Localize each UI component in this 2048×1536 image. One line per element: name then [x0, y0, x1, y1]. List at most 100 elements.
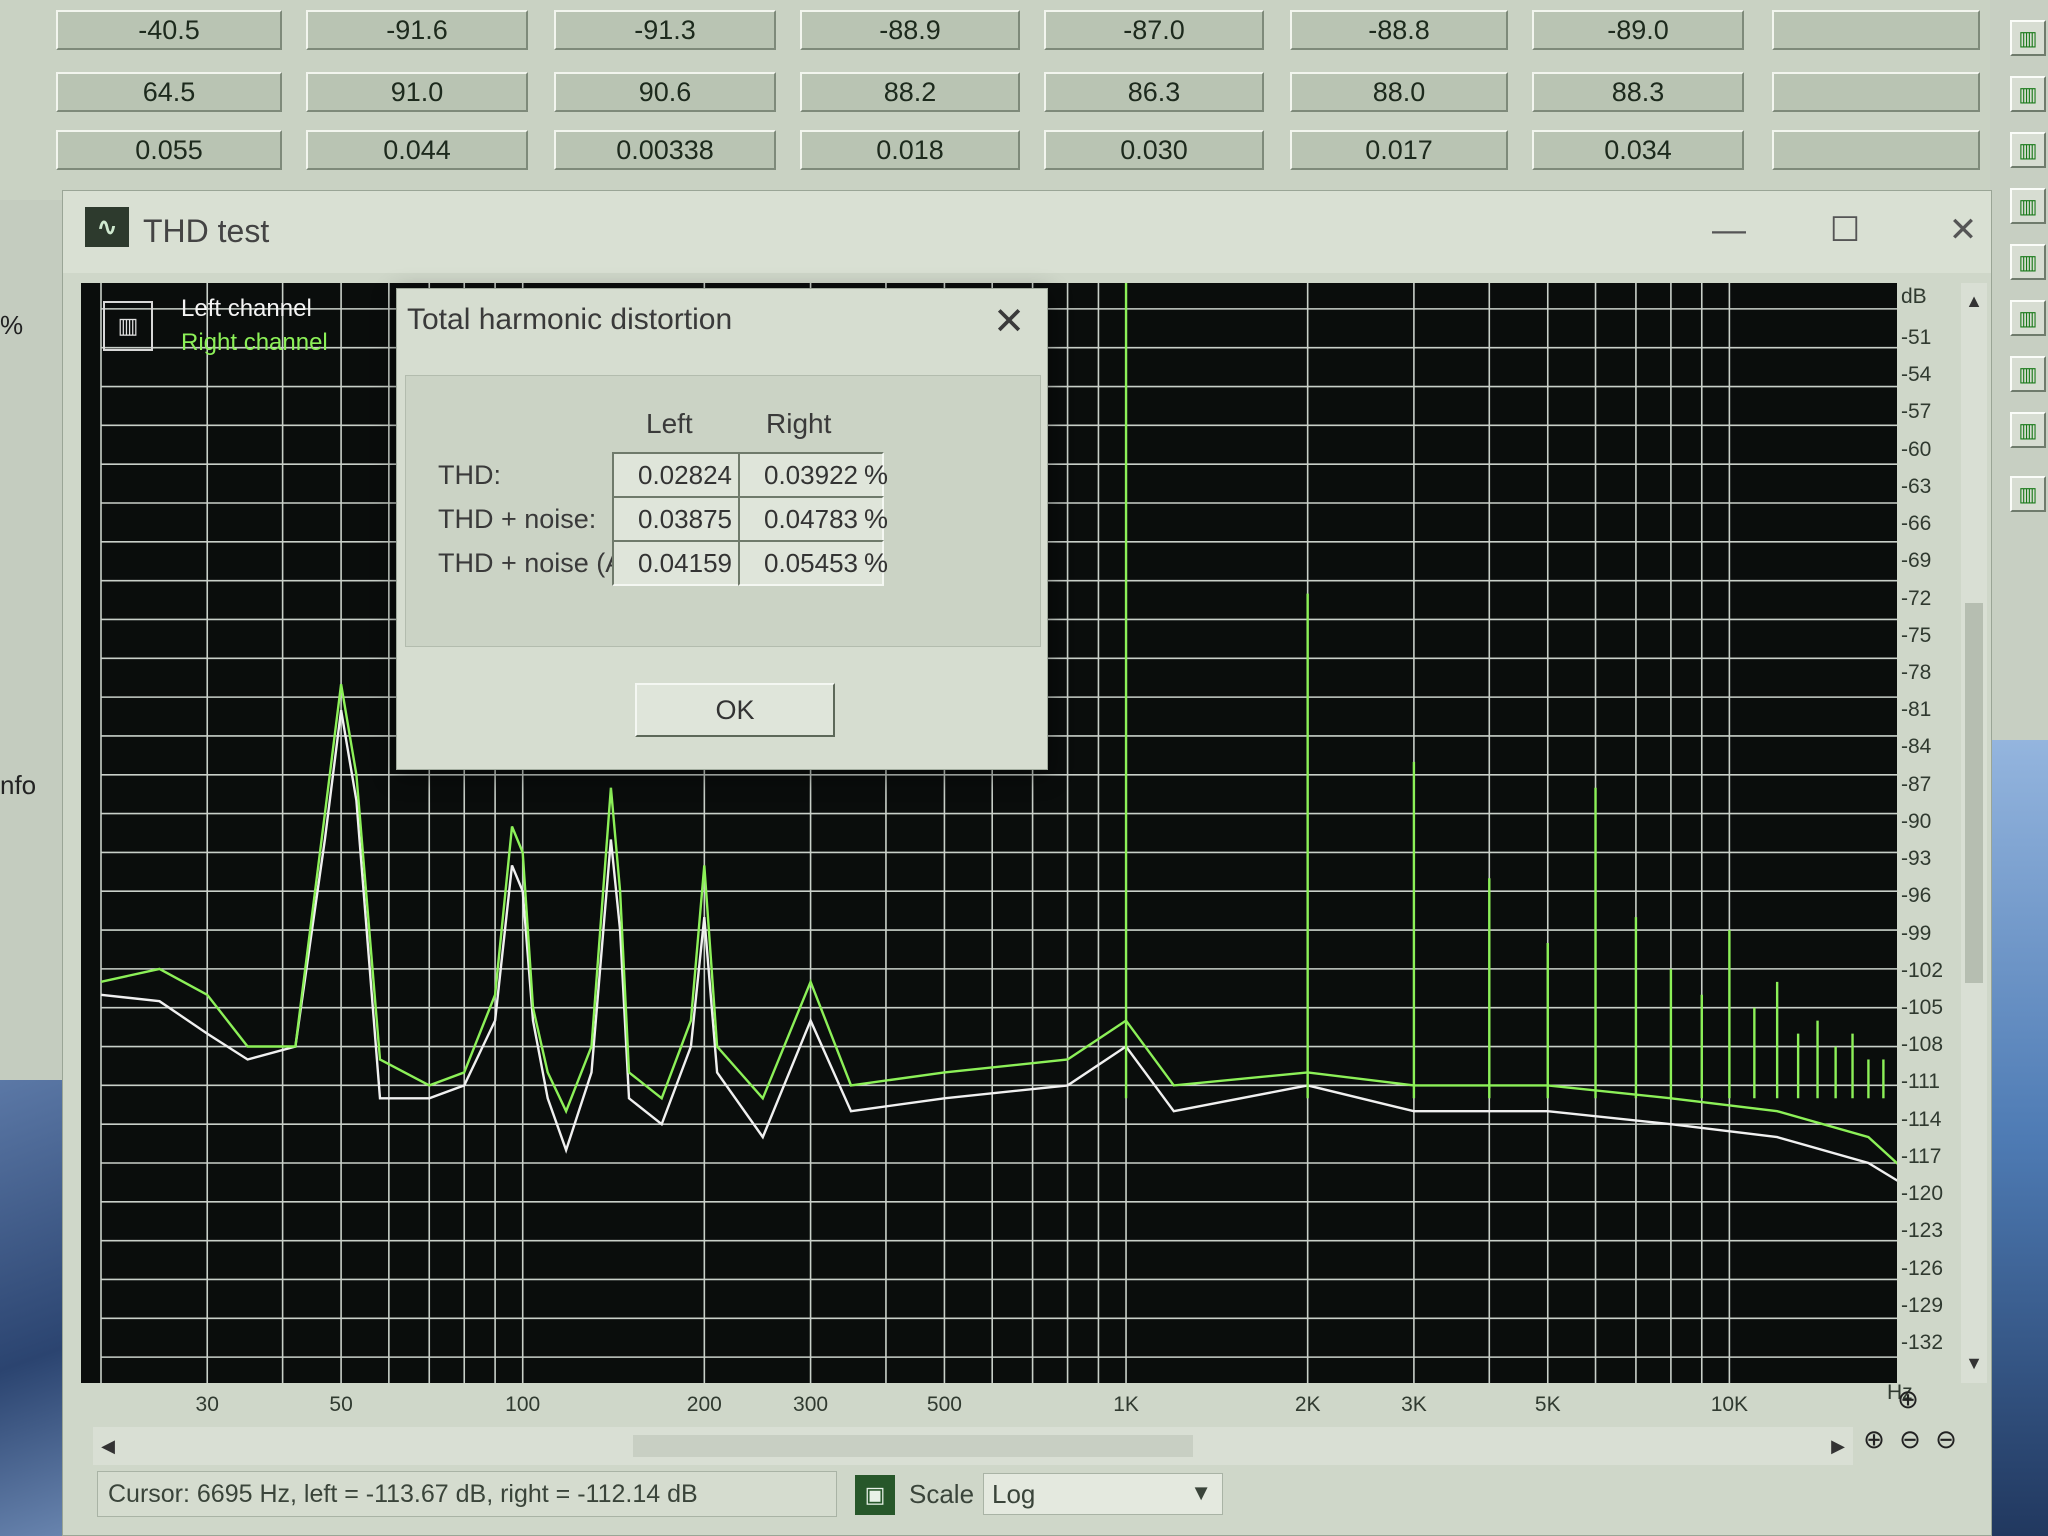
horizontal-scroll-thumb[interactable]: [633, 1435, 1193, 1457]
thd-noise-a-label: THD + noise (A):: [438, 548, 640, 578]
graph-button-9[interactable]: ▥: [2010, 476, 2046, 512]
graph-button-2[interactable]: ▥: [2010, 76, 2046, 112]
legend-right-channel: Right channel: [181, 329, 328, 356]
cursor-readout: Cursor: 6695 Hz, left = -113.67 dB, righ…: [97, 1471, 837, 1517]
graph-button-7[interactable]: ▥: [2010, 356, 2046, 392]
y-tick-label: -114: [1901, 1107, 1942, 1131]
y-axis: dB -51 -54 -57 -60 -63 -66 -69 -72 -75 -78 -81 -84 -…: [1897, 283, 1955, 1383]
scale-value: Log: [992, 1478, 1036, 1509]
spectrum-icon: ▥: [103, 301, 153, 351]
window-title: THD test: [143, 213, 270, 249]
thd-noise-right-field[interactable]: 0.04783: [738, 496, 884, 542]
y-tick-label: -81: [1901, 698, 1932, 722]
thd-dialog: Total harmonic distortion ✕ Left Right T…: [396, 288, 1048, 770]
y-tick-label: -66: [1901, 512, 1932, 536]
legend-left-channel: Left channel: [181, 295, 312, 322]
scroll-right-arrow-icon[interactable]: ▶: [1823, 1427, 1853, 1465]
result-cell: -88.8: [1290, 10, 1508, 50]
horizontal-scrollbar[interactable]: ◀ ▶: [93, 1427, 1853, 1465]
y-tick-label: -132: [1901, 1331, 1944, 1354]
x-tick-label: 2K: [1294, 1393, 1321, 1416]
result-cell: [1772, 10, 1980, 50]
results-table: -40.5 -91.6 -91.3 -88.9 -87.0 -88.8 -89.0 64.5 9…: [0, 0, 2048, 200]
y-tick-label: -63: [1901, 474, 1932, 498]
x-tick-label: 30: [195, 1393, 219, 1416]
result-cell: -40.5: [56, 10, 282, 50]
dialog-close-button[interactable]: ✕: [981, 297, 1037, 345]
thd-noise-a-left-field[interactable]: 0.04159: [612, 540, 758, 586]
y-tick-label: -72: [1901, 586, 1932, 610]
y-tick-label: -117: [1901, 1144, 1942, 1168]
y-tick-label: -87: [1901, 772, 1932, 796]
result-cell: [1772, 130, 1980, 170]
scroll-left-arrow-icon[interactable]: ◀: [93, 1427, 123, 1465]
column-header-right: Right: [766, 408, 832, 439]
result-cell: 0.017: [1290, 130, 1508, 170]
zoom-reset-icon[interactable]: ⊖: [1929, 1421, 1963, 1457]
x-tick-label: 300: [793, 1393, 829, 1416]
graph-button-8[interactable]: ▥: [2010, 412, 2046, 448]
result-cell: 91.0: [306, 72, 528, 112]
thd-right-field[interactable]: 0.03922: [738, 452, 884, 498]
graph-button-5[interactable]: ▥: [2010, 244, 2046, 280]
thd-noise-a-right-field[interactable]: 0.05453: [738, 540, 884, 586]
y-tick-label: -93: [1901, 847, 1932, 871]
result-cell: 88.2: [800, 72, 1020, 112]
thd-unit: %: [864, 460, 889, 490]
info-label: nfo: [0, 770, 37, 800]
y-tick-label: -102: [1901, 958, 1944, 982]
zoom-fit-icon[interactable]: ⊕: [1891, 1381, 1925, 1417]
vertical-scroll-thumb[interactable]: [1965, 603, 1983, 983]
result-cell: 64.5: [56, 72, 282, 112]
y-tick-label: -120: [1901, 1182, 1944, 1206]
thd-noise-unit: %: [864, 504, 889, 534]
percent-label: %: [0, 310, 24, 340]
x-tick-label: 50: [329, 1393, 353, 1416]
ok-button[interactable]: OK: [635, 683, 835, 737]
y-tick-label: -54: [1901, 363, 1932, 387]
x-axis: 30 50 100 200 300 500 1K 2K 3K 5K 10K: [81, 1383, 1917, 1427]
chevron-down-icon: ▼: [1190, 1480, 1212, 1505]
y-tick-label: -111: [1901, 1070, 1940, 1094]
close-button[interactable]: ✕: [1933, 205, 1993, 255]
scale-label: Scale: [909, 1479, 975, 1509]
waveform-icon: ∿: [85, 207, 129, 247]
result-cell: 90.6: [554, 72, 776, 112]
graph-button-3[interactable]: ▥: [2010, 132, 2046, 168]
maximize-button[interactable]: ☐: [1815, 205, 1875, 255]
zoom-in-icon[interactable]: ⊕: [1857, 1421, 1891, 1457]
result-cell: 0.00338: [554, 130, 776, 170]
y-tick-label: -51: [1901, 326, 1932, 349]
thd-left-field[interactable]: 0.02824: [612, 452, 758, 498]
scroll-up-arrow-icon[interactable]: ▲: [1961, 283, 1987, 319]
title-bar: ∿ THD test — ☐ ✕: [63, 191, 1991, 273]
result-cell: 0.034: [1532, 130, 1744, 170]
zoom-out-icon[interactable]: ⊖: [1893, 1421, 1927, 1457]
thd-noise-label: THD + noise:: [438, 504, 597, 534]
y-tick-label: -90: [1901, 809, 1932, 833]
minimize-button[interactable]: —: [1699, 205, 1759, 255]
result-cell: 0.044: [306, 130, 528, 170]
thd-noise-left-field[interactable]: 0.03875: [612, 496, 758, 542]
graph-button-6[interactable]: ▥: [2010, 300, 2046, 336]
desktop-wallpaper-right: [1990, 740, 2048, 1536]
result-cell: 86.3: [1044, 72, 1264, 112]
graph-button-4[interactable]: ▥: [2010, 188, 2046, 224]
dialog-title: Total harmonic distortion: [407, 303, 733, 336]
x-tick-label: 10K: [1710, 1393, 1749, 1416]
result-cell: 0.018: [800, 130, 1020, 170]
save-icon[interactable]: ▣: [855, 1475, 895, 1515]
y-tick-label: -57: [1901, 400, 1932, 424]
column-header-left: Left: [646, 408, 693, 439]
y-tick-label: -126: [1901, 1256, 1944, 1280]
result-cell: 0.030: [1044, 130, 1264, 170]
scroll-down-arrow-icon[interactable]: ▼: [1961, 1345, 1987, 1381]
y-tick-label: -123: [1901, 1219, 1944, 1243]
scale-dropdown[interactable]: Log ▼: [983, 1473, 1223, 1515]
result-cell: [1772, 72, 1980, 112]
y-tick-label: -96: [1901, 884, 1932, 908]
thd-noise-a-unit: %: [864, 548, 889, 578]
y-tick-label: -99: [1901, 921, 1932, 945]
vertical-scrollbar[interactable]: ▲ ▼: [1961, 283, 1987, 1383]
graph-button-1[interactable]: ▥: [2010, 20, 2046, 56]
